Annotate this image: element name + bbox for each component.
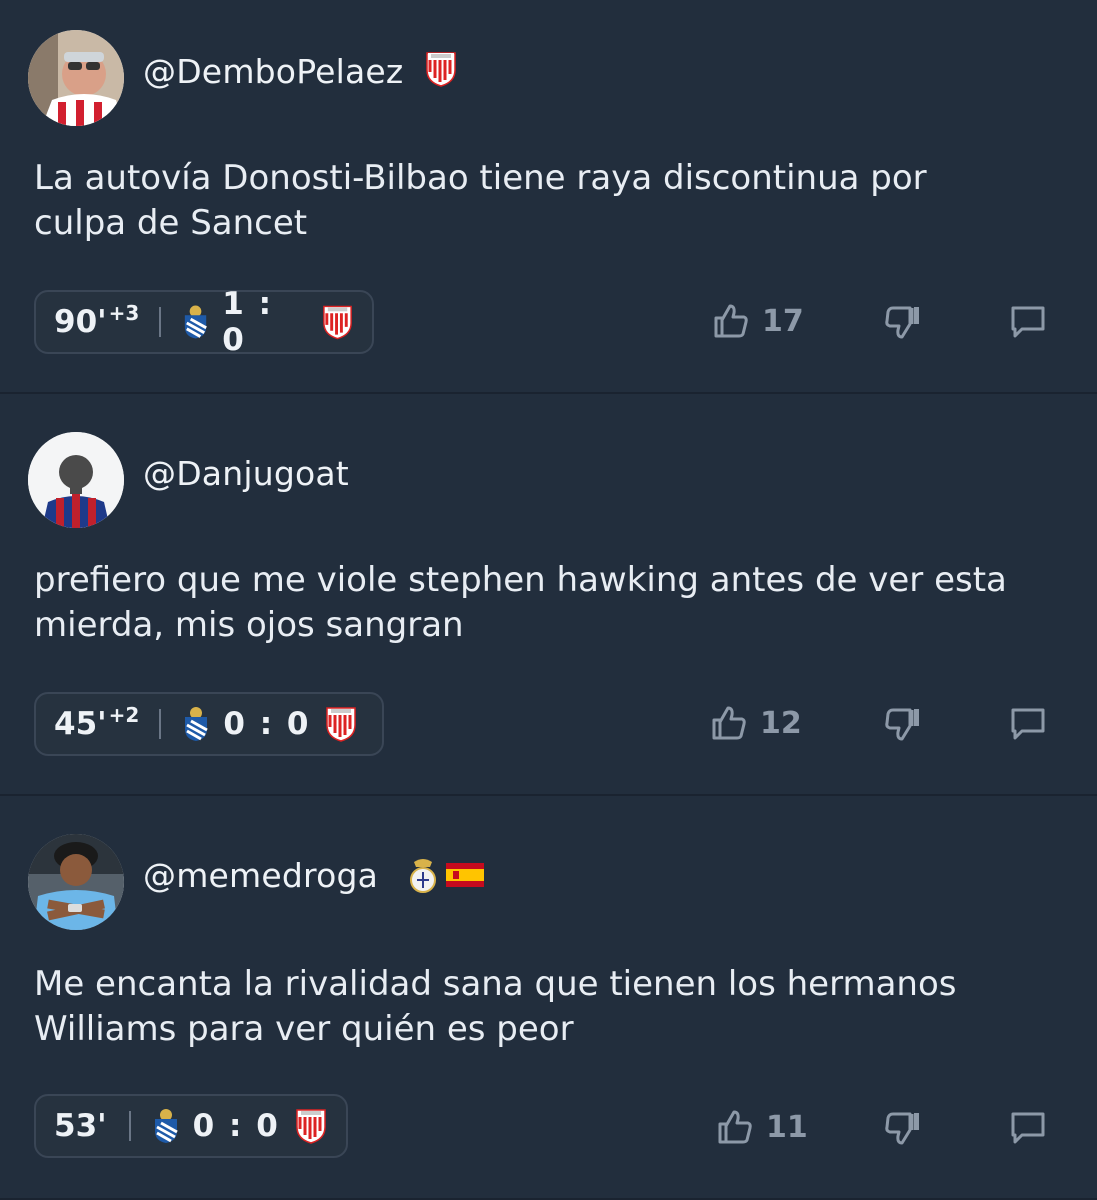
like-button[interactable]: 11 xyxy=(716,1108,808,1146)
user-badges xyxy=(424,50,458,88)
username[interactable]: @DemboPelaez xyxy=(143,52,403,91)
athletic-club-crest-icon xyxy=(296,1109,326,1144)
match-minute: 90' +3 xyxy=(54,301,140,340)
reply-button[interactable] xyxy=(1010,1111,1046,1145)
username[interactable]: @Danjugoat xyxy=(143,454,349,493)
spain-flag-icon xyxy=(446,863,484,887)
comment-card: @Danjugoat prefiero que me viole stephen… xyxy=(0,394,1097,796)
match-score: 0 : 0 xyxy=(192,1108,280,1144)
match-minute: 53' xyxy=(54,1108,107,1144)
reply-button[interactable] xyxy=(1010,305,1046,339)
like-count: 12 xyxy=(760,705,802,741)
match-score: 1 : 0 xyxy=(222,286,274,358)
comment-icon xyxy=(1011,708,1045,740)
like-count: 11 xyxy=(766,1109,808,1145)
match-minute: 45' +2 xyxy=(54,703,140,742)
comment-icon xyxy=(1011,1112,1045,1144)
real-sociedad-crest-icon xyxy=(185,305,208,339)
stoppage-time: +2 xyxy=(108,703,140,727)
real-madrid-crest-icon xyxy=(410,859,436,893)
athletic-club-crest-icon xyxy=(323,305,352,340)
match-score: 0 : 0 xyxy=(223,706,311,742)
match-chip[interactable]: 53' 0 : 0 xyxy=(34,1094,348,1158)
comment-card: @memedroga Me encanta la rivalidad sana … xyxy=(0,796,1097,1200)
chip-divider xyxy=(159,307,162,337)
match-chip[interactable]: 45' +2 0 : 0 xyxy=(34,692,384,756)
real-sociedad-crest-icon xyxy=(154,1109,178,1143)
chip-divider xyxy=(159,709,162,739)
comment-icon xyxy=(1011,306,1045,338)
user-badges xyxy=(408,856,484,894)
username[interactable]: @memedroga xyxy=(143,856,378,895)
comment-card: @DemboPelaez La autovía Donosti-Bilbao t… xyxy=(0,0,1097,394)
like-button[interactable]: 17 xyxy=(712,302,804,340)
athletic-club-crest-icon xyxy=(326,707,357,742)
user-avatar[interactable] xyxy=(28,834,124,930)
dislike-button[interactable] xyxy=(884,1110,922,1146)
dislike-button[interactable] xyxy=(884,706,922,742)
thumbs-up-icon xyxy=(714,304,748,338)
comment-text: La autovía Donosti-Bilbao tiene raya dis… xyxy=(34,158,927,243)
like-button[interactable]: 12 xyxy=(710,704,802,742)
like-count: 17 xyxy=(762,303,804,339)
chip-divider xyxy=(128,1111,131,1141)
match-chip[interactable]: 90' +3 1 : 0 xyxy=(34,286,374,358)
thumbs-down-icon xyxy=(885,1112,919,1145)
thumbs-down-icon xyxy=(885,306,919,339)
stoppage-time: +3 xyxy=(108,301,140,325)
thumbs-up-icon xyxy=(718,1110,752,1144)
real-sociedad-crest-icon xyxy=(185,707,209,741)
reply-button[interactable] xyxy=(1010,707,1046,741)
user-avatar[interactable] xyxy=(28,30,124,126)
dislike-button[interactable] xyxy=(884,304,922,340)
comment-text: Me encanta la rivalidad sana que tienen … xyxy=(34,964,957,1049)
thumbs-down-icon xyxy=(885,708,919,741)
comment-text: prefiero que me viole stephen hawking an… xyxy=(34,560,1007,645)
user-avatar[interactable] xyxy=(28,432,124,528)
athletic-club-crest-icon xyxy=(426,52,456,87)
thumbs-up-icon xyxy=(712,706,746,740)
